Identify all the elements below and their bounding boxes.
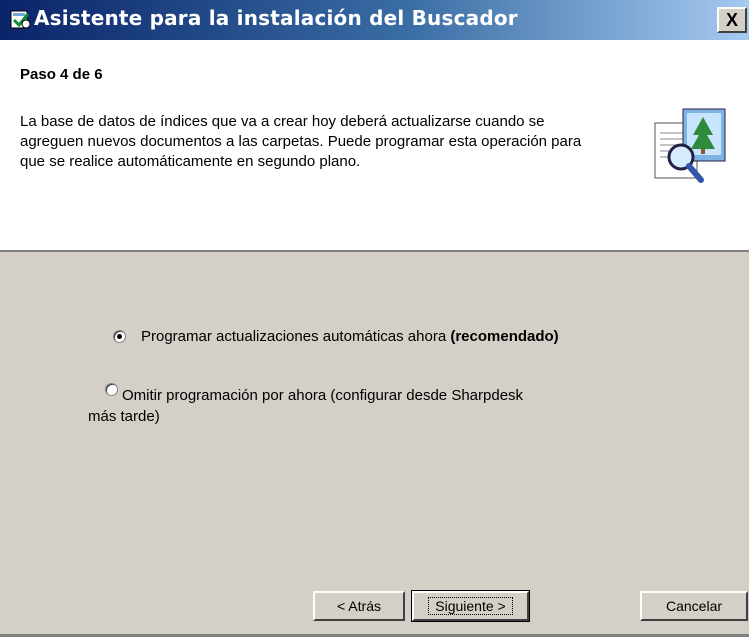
step-description: La base de datos de índices que va a cre…	[20, 113, 582, 170]
next-button-label: Siguiente >	[428, 597, 513, 615]
cancel-button[interactable]: Cancelar	[640, 591, 748, 621]
option-skip-line2[interactable]: más tarde)	[88, 406, 160, 427]
option-schedule-now-text: Programar actualizaciones automáticas ah…	[141, 328, 451, 345]
option-skip-line1[interactable]: Omitir programación por ahora (configura…	[122, 385, 523, 406]
radio-schedule-now[interactable]	[113, 330, 126, 343]
setup-wizard-window: Asistente para la instalación del Buscad…	[0, 0, 749, 637]
option-recommended-text: (recomendado)	[450, 328, 559, 345]
step-title: Paso 4 de 6	[20, 66, 103, 83]
back-button[interactable]: < Atrás	[313, 591, 405, 621]
next-button[interactable]: Siguiente >	[411, 590, 530, 622]
wizard-content: Programar actualizaciones automáticas ah…	[0, 252, 749, 637]
window-title: Asistente para la instalación del Buscad…	[34, 6, 518, 30]
option-schedule-now-label[interactable]: Programar actualizaciones automáticas ah…	[141, 326, 559, 347]
title-bar[interactable]: Asistente para la instalación del Buscad…	[0, 0, 749, 40]
search-document-icon	[654, 108, 726, 183]
wizard-app-icon	[10, 10, 31, 29]
radio-skip-schedule[interactable]	[105, 383, 118, 396]
wizard-header: Paso 4 de 6 La base de datos de índices …	[0, 40, 749, 252]
radio-selected-dot	[117, 334, 122, 339]
close-button[interactable]: X	[717, 7, 747, 33]
